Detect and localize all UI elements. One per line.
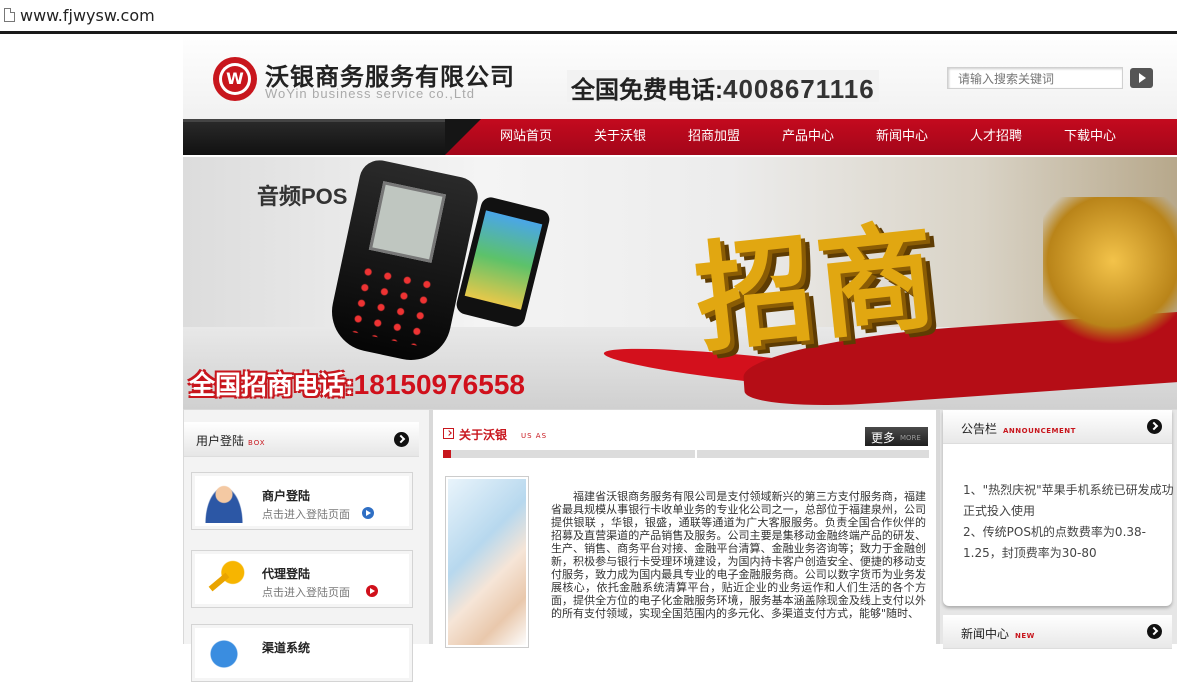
channel-system-card[interactable]: 渠道系统 (191, 624, 413, 682)
about-image (445, 476, 529, 648)
card-title: 商户登陆 (262, 489, 311, 503)
address-bar[interactable]: www.fjwysw.com (0, 0, 1177, 34)
nav-item-home[interactable]: 网站首页 (479, 119, 573, 155)
hotline-number: 4008671116 (723, 74, 875, 104)
card-title: 渠道系统 (262, 641, 311, 655)
notice-title: 公告栏 (961, 422, 998, 436)
hotline-label: 全国免费电话: (571, 77, 723, 104)
arrow-circle-icon[interactable] (1147, 624, 1162, 639)
panel-title: 用户登陆 BOX (196, 434, 266, 448)
news-sub: NEW (1015, 632, 1035, 640)
play-arrow-icon (1139, 73, 1146, 83)
arrow-circle-icon[interactable] (394, 432, 409, 447)
arrow-circle-icon[interactable] (1147, 419, 1162, 434)
notice-header: 公告栏 ANNOUNCEMENT (943, 410, 1172, 444)
card-desc: 点击进入登陆页面 (262, 586, 350, 599)
banner-call-label: 全国招商电话: (189, 370, 354, 400)
agent-login-card[interactable]: 代理登陆 点击进入登陆页面 (191, 550, 413, 608)
notice-list: 1、"热烈庆祝"苹果手机系统已研发成功正式投入使用 2、传统POS机的点数费率为… (963, 480, 1177, 564)
notice-panel: 公告栏 ANNOUNCEMENT 1、"热烈庆祝"苹果手机系统已研发成功正式投入使… (943, 410, 1174, 606)
card-title: 代理登陆 (262, 567, 311, 581)
content-row: 用户登陆 BOX 商户登陆 点击进入登陆页面 代理登陆 点击进入登陆页面 渠道系统 (183, 409, 1177, 682)
url-text[interactable]: www.fjwysw.com (20, 6, 155, 25)
nav-item-franchise[interactable]: 招商加盟 (667, 119, 761, 155)
company-logo[interactable] (213, 57, 257, 101)
page-icon (4, 8, 15, 22)
go-arrow-icon[interactable] (362, 507, 374, 519)
about-divider (443, 450, 929, 458)
gold-money-tree (1043, 197, 1177, 357)
nav-item-downloads[interactable]: 下载中心 (1043, 119, 1137, 155)
about-title: 关于沃银 (459, 428, 508, 442)
search-input[interactable] (948, 69, 1122, 89)
news-title: 新闻中心 (961, 627, 1010, 641)
hero-banner[interactable]: 音频POS 招商 全国招商电话:18150976558 (183, 157, 1177, 409)
nav-dark-band (183, 119, 481, 155)
about-header: 关于沃银 US AS 更多 MORE (443, 424, 929, 446)
pos-label: 音频POS (257, 184, 348, 209)
nav-item-products[interactable]: 产品中心 (761, 119, 855, 155)
right-column: 公告栏 ANNOUNCEMENT 1、"热烈庆祝"苹果手机系统已研发成功正式投入使… (940, 410, 1177, 655)
website: 沃银商务服务有限公司 WoYin business service co.,Lt… (183, 37, 1177, 682)
user-icon (202, 481, 246, 523)
notice-sub: ANNOUNCEMENT (1003, 427, 1076, 435)
company-name-en: WoYin business service co.,Ltd (265, 86, 475, 101)
news-panel: 新闻中心 NEW (943, 615, 1172, 655)
about-panel: 关于沃银 US AS 更多 MORE 福建省沃银商务服务有限公司是支付领域新兴的… (433, 410, 936, 648)
card-desc: 点击进入登陆页面 (262, 508, 350, 521)
nav-items: 网站首页 关于沃银 招商加盟 产品中心 新闻中心 人才招聘 下载中心 (479, 119, 1137, 155)
main-nav: 网站首页 关于沃银 招商加盟 产品中心 新闻中心 人才招聘 下载中心 (183, 119, 1177, 155)
nav-item-news[interactable]: 新闻中心 (855, 119, 949, 155)
merchant-login-card[interactable]: 商户登陆 点击进入登陆页面 (191, 472, 413, 530)
banner-call-number: 18150976558 (353, 369, 525, 400)
search-box (947, 67, 1123, 89)
notice-item[interactable]: 1、"热烈庆祝"苹果手机系统已研发成功正式投入使用 (963, 480, 1177, 522)
hotline: 全国免费电话:4008671116 (567, 70, 879, 104)
key-icon (202, 559, 246, 601)
nav-item-about[interactable]: 关于沃银 (573, 119, 667, 155)
notice-item[interactable]: 2、传统POS机的点数费率为0.38-1.25，封顶费率为30-80 (963, 522, 1177, 564)
user-login-header: 用户登陆 BOX (184, 422, 419, 457)
about-sub: US AS (521, 432, 548, 440)
user-login-panel: 用户登陆 BOX 商户登陆 点击进入登陆页面 代理登陆 点击进入登陆页面 渠道系统 (184, 410, 429, 682)
search-button[interactable] (1130, 68, 1153, 88)
more-button[interactable]: 更多 MORE (865, 427, 928, 446)
about-text: 福建省沃银商务服务有限公司是支付领域新兴的第三方支付服务商，福建省最具规模从事银… (551, 490, 926, 620)
globe-icon (202, 633, 246, 675)
banner-call-line: 全国招商电话:18150976558 (189, 365, 525, 402)
arrow-box-icon (443, 428, 454, 439)
nav-item-jobs[interactable]: 人才招聘 (949, 119, 1043, 155)
go-arrow-icon[interactable] (366, 585, 378, 597)
site-header: 沃银商务服务有限公司 WoYin business service co.,Lt… (183, 37, 1177, 119)
